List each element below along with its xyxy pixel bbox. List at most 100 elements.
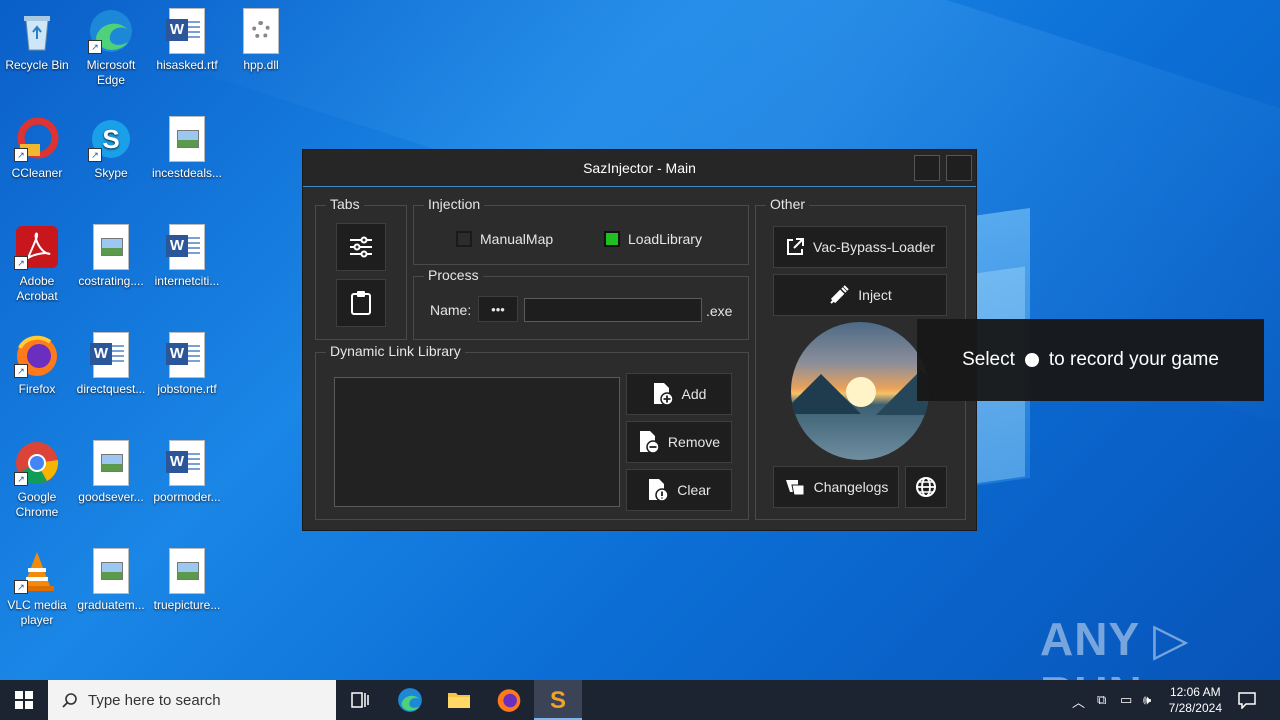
task-view-icon: [351, 692, 369, 708]
shortcut-arrow-icon: ↗: [14, 256, 28, 270]
desktop-icon-word-file[interactable]: W jobstone.rtf: [150, 332, 224, 397]
desktop-icon-label: incestdeals...: [151, 166, 223, 180]
sliders-icon: [350, 236, 372, 258]
other-group-label: Other: [766, 196, 810, 212]
title-bar[interactable]: SazInjector - Main: [303, 150, 976, 187]
notification-center-button[interactable]: [1224, 680, 1270, 720]
external-link-icon: [787, 238, 805, 255]
dll-group-label: Dynamic Link Library: [326, 343, 465, 359]
desktop-icon-image-file[interactable]: goodsever...: [74, 440, 148, 505]
loadlibrary-option[interactable]: LoadLibrary: [604, 231, 702, 247]
tab-clipboard-button[interactable]: [336, 279, 386, 327]
process-name-input[interactable]: [524, 298, 702, 322]
search-icon: [62, 693, 77, 708]
image-file-icon: [88, 440, 134, 486]
desktop-icon-dll-file[interactable]: hpp.dll: [224, 8, 298, 73]
desktop-icon-label: jobstone.rtf: [157, 382, 217, 396]
remove-button[interactable]: Remove: [626, 421, 732, 463]
file-add-icon: [653, 383, 674, 406]
desktop-icon-label: costrating....: [78, 274, 144, 288]
desktop-icon-firefox[interactable]: ↗ Firefox: [0, 332, 74, 397]
taskbar-firefox[interactable]: [485, 680, 533, 720]
firefox-icon: ↗: [14, 332, 60, 378]
remove-label: Remove: [667, 434, 721, 450]
toast-text-after: to record your game: [1048, 349, 1219, 370]
vac-bypass-loader-button[interactable]: Vac-Bypass-Loader: [773, 226, 947, 268]
taskbar-file-explorer[interactable]: [435, 680, 483, 720]
desktop-icon-image-file[interactable]: incestdeals...: [150, 116, 224, 181]
desktop-icon-word-file[interactable]: W poormoder...: [150, 440, 224, 505]
taskbar-sazinjector[interactable]: S: [534, 680, 582, 720]
dll-group: Dynamic Link Library Add Remove Clear: [315, 343, 749, 520]
sazinjector-app-icon: S: [546, 687, 570, 712]
volume-icon[interactable]: 🕪: [1143, 692, 1151, 708]
desktop-icon-word-file[interactable]: W directquest...: [74, 332, 148, 397]
loadlibrary-checkbox[interactable]: [604, 231, 620, 247]
svg-text:S: S: [102, 124, 119, 154]
ccleaner-icon: ↗: [14, 116, 60, 162]
clipboard-icon: [351, 291, 371, 315]
start-button[interactable]: [0, 680, 48, 720]
manualmap-checkbox[interactable]: [456, 231, 472, 247]
desktop-icon-label: VLC media player: [7, 598, 67, 627]
clock-time: 12:06 AM: [1169, 685, 1221, 699]
network-icon[interactable]: ▭: [1120, 692, 1132, 708]
clear-button[interactable]: Clear: [626, 469, 732, 511]
image-file-icon: [88, 548, 134, 594]
add-label: Add: [681, 386, 707, 402]
inject-button[interactable]: Inject: [773, 274, 947, 316]
globe-icon: [916, 477, 936, 497]
manualmap-option[interactable]: ManualMap: [456, 231, 553, 247]
shortcut-arrow-icon: ↗: [14, 472, 28, 486]
clear-label: Clear: [677, 482, 711, 498]
shortcut-arrow-icon: ↗: [14, 580, 28, 594]
word-document-icon: W: [164, 224, 210, 270]
desktop-icon-image-file[interactable]: costrating....: [74, 224, 148, 289]
desktop-icon-label: Firefox: [18, 382, 56, 396]
taskbar-clock[interactable]: 12:06 AM 7/28/2024: [1169, 684, 1222, 716]
meet-now-icon[interactable]: ⧉: [1097, 692, 1106, 708]
folder-icon: [448, 693, 470, 708]
desktop-icon-image-file[interactable]: truepicture...: [150, 548, 224, 613]
taskbar-edge[interactable]: [386, 680, 434, 720]
changelogs-button[interactable]: Changelogs: [773, 466, 899, 508]
desktop-icon-word-file[interactable]: W internetciti...: [150, 224, 224, 289]
desktop-icon-label: Skype: [94, 166, 128, 180]
desktop-icon-label: hpp.dll: [243, 58, 279, 72]
desktop-icon-image-file[interactable]: graduatem...: [74, 548, 148, 613]
desktop-icon-google-chrome[interactable]: ↗ Google Chrome: [0, 440, 74, 520]
vac-bypass-label: Vac-Bypass-Loader: [813, 239, 935, 255]
desktop-icon-microsoft-edge[interactable]: ↗ Microsoft Edge: [74, 8, 148, 88]
dll-listbox[interactable]: [334, 377, 620, 507]
add-button[interactable]: Add: [626, 373, 732, 415]
task-view-button[interactable]: [336, 680, 384, 720]
desktop-icon-recycle-bin[interactable]: Recycle Bin: [0, 8, 74, 73]
show-hidden-icons-chevron-icon[interactable]: ︿: [1072, 692, 1085, 711]
desktop-icon-label: hisasked.rtf: [156, 58, 218, 72]
desktop-icon-label: truepicture...: [153, 598, 221, 612]
chrome-icon: ↗: [14, 440, 60, 486]
acrobat-icon: ↗: [14, 224, 60, 270]
process-group-label: Process: [424, 267, 483, 283]
shortcut-arrow-icon: ↗: [14, 148, 28, 162]
process-browse-button[interactable]: •••: [478, 296, 518, 322]
shortcut-arrow-icon: ↗: [88, 40, 102, 54]
website-button[interactable]: [905, 466, 947, 508]
close-button[interactable]: [946, 155, 972, 181]
desktop-icon-ccleaner[interactable]: ↗ CCleaner: [0, 116, 74, 181]
shortcut-arrow-icon: ↗: [14, 364, 28, 378]
image-file-icon: [164, 116, 210, 162]
inject-label: Inject: [858, 287, 892, 303]
desktop-icon-vlc[interactable]: ↗ VLC media player: [0, 548, 74, 628]
minimize-button[interactable]: [914, 155, 940, 181]
desktop-icon-skype[interactable]: S ↗ Skype: [74, 116, 148, 181]
logo-sunset-image: [791, 322, 929, 460]
desktop-icon-word-file[interactable]: W hisasked.rtf: [150, 8, 224, 73]
tab-settings-button[interactable]: [336, 223, 386, 271]
file-alert-icon: [649, 479, 670, 502]
desktop-icon-label: graduatem...: [77, 598, 145, 612]
taskbar-search-box[interactable]: Type here to search: [48, 680, 336, 720]
image-file-icon: [164, 548, 210, 594]
loadlibrary-label: LoadLibrary: [628, 231, 702, 247]
desktop-icon-adobe-acrobat[interactable]: ↗ Adobe Acrobat: [0, 224, 74, 304]
